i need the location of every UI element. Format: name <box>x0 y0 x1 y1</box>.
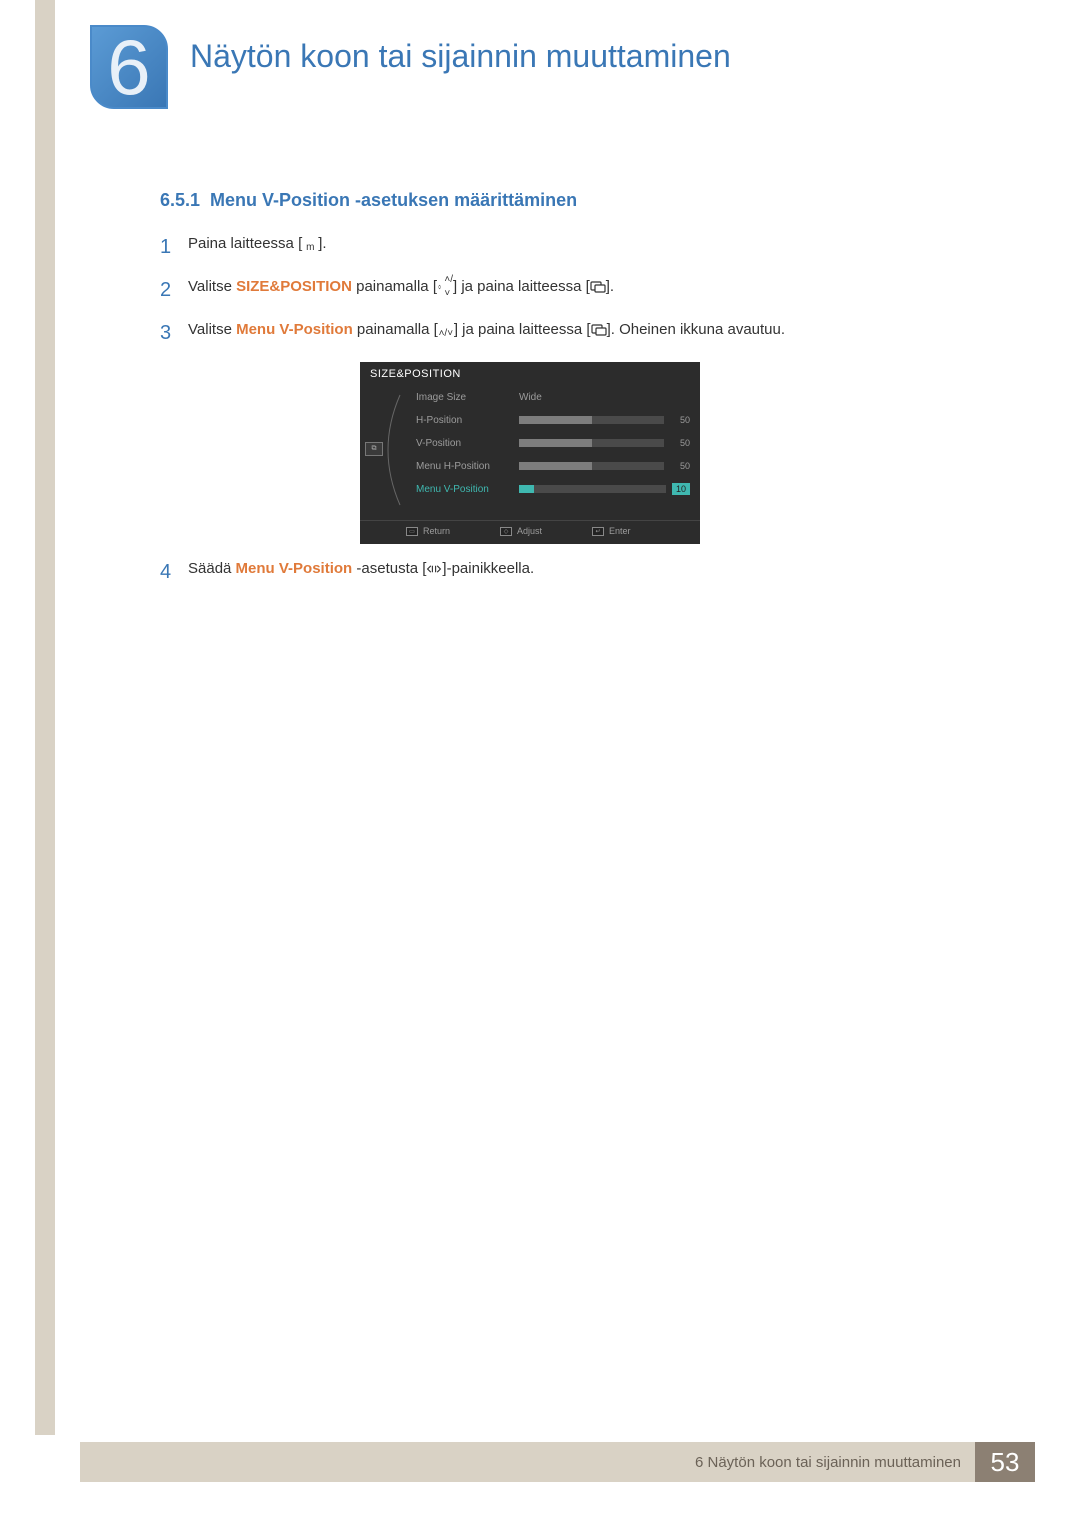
return-icon: ▭ <box>406 527 418 536</box>
size-position-icon: ⧉ <box>365 442 383 456</box>
step-number: 3 <box>160 319 188 348</box>
highlight: SIZE&POSITION <box>236 278 352 295</box>
osd-row-menu-h-position: Menu H-Position 50 <box>416 459 690 473</box>
osd-row-v-position: V-Position 50 <box>416 436 690 450</box>
chapter-number: 6 <box>107 28 150 106</box>
up-down-icon: ˄/˅ <box>438 327 454 341</box>
step-text: Säädä Menu V-Position -asetusta []-paini… <box>188 558 960 580</box>
section-heading: 6.5.1 Menu V-Position -asetuksen määrittä… <box>160 190 960 211</box>
chapter-title: Näytön koon tai sijainnin muuttaminen <box>190 38 731 75</box>
highlight: Menu V-Position <box>236 321 353 338</box>
step-number: 1 <box>160 233 188 262</box>
step-2: 2 Valitse SIZE&POSITION painamalla [˄/˅]… <box>160 276 960 305</box>
osd-arc: ⧉ <box>370 390 406 510</box>
osd-title: SIZE&POSITION <box>360 362 700 384</box>
osd-row-h-position: H-Position 50 <box>416 413 690 427</box>
enter-icon: ↵ <box>592 527 604 536</box>
content-area: 6.5.1 Menu V-Position -asetuksen määrittä… <box>160 190 960 601</box>
step-number: 4 <box>160 558 188 587</box>
page-footer: 6 Näytön koon tai sijainnin muuttaminen … <box>80 1442 1035 1482</box>
step-list-continued: 4 Säädä Menu V-Position -asetusta []-pai… <box>160 558 960 587</box>
step-4: 4 Säädä Menu V-Position -asetusta []-pai… <box>160 558 960 587</box>
slider: 50 <box>519 438 690 448</box>
chapter-tab: 6 <box>90 25 168 109</box>
step-3: 3 Valitse Menu V-Position painamalla [˄/… <box>160 319 960 348</box>
osd-rows: Image Size Wide H-Position 50 V-Position… <box>416 390 690 510</box>
section-title: Menu V-Position -asetuksen määrittäminen <box>210 190 577 210</box>
highlight: Menu V-Position <box>236 560 353 577</box>
menu-key-icon: m <box>302 241 318 255</box>
step-text: Valitse Menu V-Position painamalla [˄/˅]… <box>188 319 960 341</box>
adjust-icon: ◇ <box>500 527 512 536</box>
up-down-icon: ˄/˅ <box>437 280 453 294</box>
osd-screenshot: SIZE&POSITION ⧉ Image Size Wide H-Positi… <box>360 362 700 544</box>
osd-footer: ▭Return ◇Adjust ↵Enter <box>360 520 700 542</box>
osd-body: ⧉ Image Size Wide H-Position 50 V-Positi… <box>360 384 700 520</box>
osd-row-menu-v-position: Menu V-Position 10 <box>416 482 690 496</box>
footer-text: 6 Näytön koon tai sijainnin muuttaminen <box>80 1442 975 1482</box>
left-stripe <box>35 0 55 1435</box>
slider-selected: 10 <box>519 483 690 495</box>
step-1: 1 Paina laitteessa [m]. <box>160 233 960 262</box>
left-right-icon <box>426 562 442 576</box>
step-list: 1 Paina laitteessa [m]. 2 Valitse SIZE&P… <box>160 233 960 348</box>
footer-page-number: 53 <box>975 1442 1035 1482</box>
step-text: Valitse SIZE&POSITION painamalla [˄/˅] j… <box>188 276 960 298</box>
enter-key-icon <box>590 280 606 294</box>
osd-row-image-size: Image Size Wide <box>416 390 690 404</box>
slider: 50 <box>519 461 690 471</box>
osd-return: ▭Return <box>406 526 450 536</box>
step-number: 2 <box>160 276 188 305</box>
osd-enter: ↵Enter <box>592 526 631 536</box>
step-text: Paina laitteessa [m]. <box>188 233 960 255</box>
enter-key-icon <box>591 323 607 337</box>
slider: 50 <box>519 415 690 425</box>
osd-adjust: ◇Adjust <box>500 526 542 536</box>
section-number: 6.5.1 <box>160 190 200 210</box>
